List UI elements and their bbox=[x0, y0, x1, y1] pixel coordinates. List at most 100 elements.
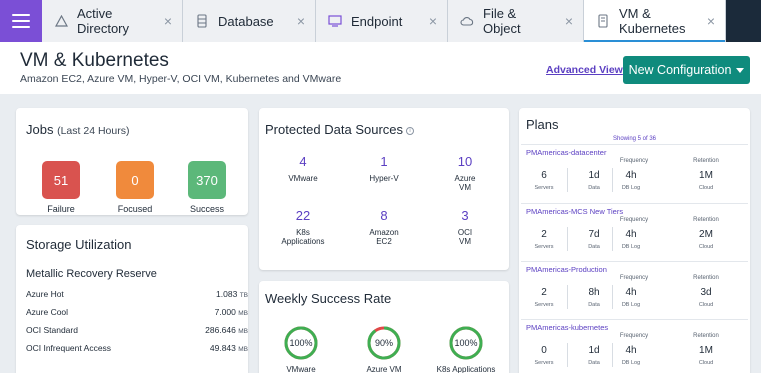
data-source-label: Azure VM bbox=[454, 174, 476, 193]
plan-item[interactable]: PMAmericas-datacenter Frequency Retention 6… bbox=[521, 144, 748, 199]
plan-item[interactable]: PMAmericas-MCS New Tiers Frequency Retenti… bbox=[521, 203, 748, 258]
data-source-amazon-ec2[interactable]: 8 Amazon EC2 bbox=[344, 208, 424, 246]
gauge-value: 90% bbox=[374, 338, 393, 348]
plan-retention: 3d bbox=[700, 287, 712, 298]
storage-unit: MB bbox=[238, 310, 248, 317]
jobs-subtitle: (Last 24 Hours) bbox=[57, 125, 130, 137]
dashboard-content: Jobs (Last 24 Hours) 51 Failure 0 Focuse… bbox=[0, 94, 761, 373]
new-configuration-label: New Configuration bbox=[628, 63, 732, 77]
plan-servers-count: 2 bbox=[541, 287, 547, 298]
close-icon[interactable]: × bbox=[164, 13, 172, 29]
divider bbox=[567, 168, 568, 192]
plan-dblog-frequency: 4h bbox=[625, 287, 637, 298]
storage-title: Storage Utilization bbox=[26, 237, 132, 252]
cloud-label: Cloud bbox=[698, 302, 714, 308]
protected-title: Protected Data Sources i bbox=[265, 122, 415, 137]
plan-retention: 1M bbox=[699, 345, 713, 356]
focused-label: Focused bbox=[117, 204, 153, 214]
divider bbox=[612, 343, 613, 367]
storage-name: OCI Infrequent Access bbox=[26, 343, 112, 353]
storage-name: Azure Cool bbox=[26, 307, 69, 317]
menu-line bbox=[12, 14, 30, 16]
advanced-view-link[interactable]: Advanced View bbox=[546, 64, 623, 76]
storage-unit: TB bbox=[239, 292, 248, 299]
servers-label: Servers bbox=[534, 244, 554, 250]
tab-bar: Active Directory × Database × Endpoint ×… bbox=[0, 0, 761, 42]
menu-line bbox=[12, 20, 30, 22]
page-header: VM & Kubernetes Amazon EC2, Azure VM, Hy… bbox=[0, 42, 761, 94]
close-icon[interactable]: × bbox=[429, 13, 437, 29]
success-tile[interactable]: 370 bbox=[188, 161, 226, 199]
plan-item[interactable]: PMAmericas-Production Frequency Retention 2… bbox=[521, 261, 748, 316]
data-source-count: 8 bbox=[380, 208, 388, 223]
hamburger-menu-button[interactable] bbox=[0, 0, 42, 42]
data-source-hyper-v[interactable]: 1 Hyper-V bbox=[344, 154, 424, 183]
data-source-count: 10 bbox=[457, 154, 473, 169]
tab-file-object[interactable]: File & Object × bbox=[448, 0, 584, 42]
tab-label: File & Object bbox=[483, 6, 521, 36]
storage-unit: MB bbox=[238, 346, 248, 353]
plans-showing-count: Showing 5 of 36 bbox=[612, 136, 657, 142]
tab-label: Active Directory bbox=[77, 6, 130, 36]
plan-servers-count: 2 bbox=[541, 229, 547, 240]
gauge-value: 100% bbox=[454, 338, 478, 348]
data-source-oci-vm[interactable]: 3 OCI VM bbox=[425, 208, 505, 246]
storage-utilization-card: Storage Utilization Metallic Recovery Re… bbox=[16, 225, 248, 373]
frequency-label: Frequency bbox=[619, 275, 649, 281]
focused-tile[interactable]: 0 bbox=[116, 161, 154, 199]
failure-tile[interactable]: 51 bbox=[42, 161, 80, 199]
jobs-card: Jobs (Last 24 Hours) 51 Failure 0 Focuse… bbox=[16, 108, 248, 215]
cloud-label: Cloud bbox=[698, 360, 714, 366]
plan-dblog-frequency: 4h bbox=[625, 229, 637, 240]
plans-title: Plans bbox=[526, 117, 559, 132]
plan-name[interactable]: PMAmericas-Production bbox=[526, 265, 607, 274]
cloud-icon bbox=[460, 14, 474, 28]
tab-endpoint[interactable]: Endpoint × bbox=[316, 0, 448, 42]
servers-label: Servers bbox=[534, 360, 554, 366]
caret-down-icon bbox=[736, 67, 745, 73]
server-icon bbox=[596, 14, 610, 28]
plan-name[interactable]: PMAmericas-datacenter bbox=[526, 148, 606, 157]
data-source-label: Hyper-V bbox=[369, 174, 399, 183]
data-source-azure-vm[interactable]: 10 Azure VM bbox=[425, 154, 505, 192]
dblog-label: DB Log bbox=[621, 360, 641, 366]
gauge-vmware[interactable]: 100% bbox=[283, 325, 319, 361]
tab-label: Endpoint bbox=[351, 13, 403, 29]
plan-data-frequency: 1d bbox=[588, 345, 600, 356]
data-source-vmware[interactable]: 4 VMware bbox=[263, 154, 343, 183]
data-label: Data bbox=[588, 244, 600, 250]
plan-item[interactable]: PMAmericas-kubernetes Frequency Retention 0… bbox=[521, 319, 748, 373]
gauge-k8s-applications[interactable]: 100% bbox=[448, 325, 484, 361]
plan-name[interactable]: PMAmericas-kubernetes bbox=[526, 323, 608, 332]
new-configuration-button[interactable]: New Configuration bbox=[623, 56, 750, 84]
data-source-k8s-applications[interactable]: 22 K8s Applications bbox=[263, 208, 343, 246]
plan-retention: 2M bbox=[699, 229, 713, 240]
close-icon[interactable]: × bbox=[565, 13, 573, 29]
plan-servers-count: 6 bbox=[541, 170, 547, 181]
weekly-success-rate-card: Weekly Success Rate 100% VMware 90% Azur… bbox=[259, 281, 509, 373]
info-icon[interactable]: i bbox=[406, 126, 415, 135]
failure-label: Failure bbox=[47, 204, 75, 214]
storage-name: OCI Standard bbox=[26, 325, 78, 335]
tab-vm-kubernetes[interactable]: VM & Kubernetes × bbox=[584, 0, 726, 42]
data-label: Data bbox=[588, 302, 600, 308]
tab-active-directory[interactable]: Active Directory × bbox=[42, 0, 183, 42]
data-source-label: OCI VM bbox=[457, 228, 473, 247]
close-icon[interactable]: × bbox=[297, 13, 305, 29]
triangle-icon bbox=[54, 14, 68, 28]
servers-label: Servers bbox=[534, 302, 554, 308]
data-source-count: 3 bbox=[461, 208, 469, 223]
tab-database[interactable]: Database × bbox=[183, 0, 316, 42]
plan-dblog-frequency: 4h bbox=[625, 345, 637, 356]
storage-value: 1.083 bbox=[216, 289, 238, 299]
plan-data-frequency: 8h bbox=[588, 287, 600, 298]
frequency-label: Frequency bbox=[619, 217, 649, 223]
close-icon[interactable]: × bbox=[707, 13, 715, 29]
tab-label: Database bbox=[218, 13, 274, 29]
storage-value: 49.843 bbox=[209, 343, 236, 353]
data-source-label: Amazon EC2 bbox=[369, 228, 399, 247]
plan-dblog-frequency: 4h bbox=[625, 170, 637, 181]
gauge-azure-vm[interactable]: 90% bbox=[366, 325, 402, 361]
data-source-label: K8s Applications bbox=[281, 228, 325, 247]
plan-name[interactable]: PMAmericas-MCS New Tiers bbox=[526, 207, 623, 216]
